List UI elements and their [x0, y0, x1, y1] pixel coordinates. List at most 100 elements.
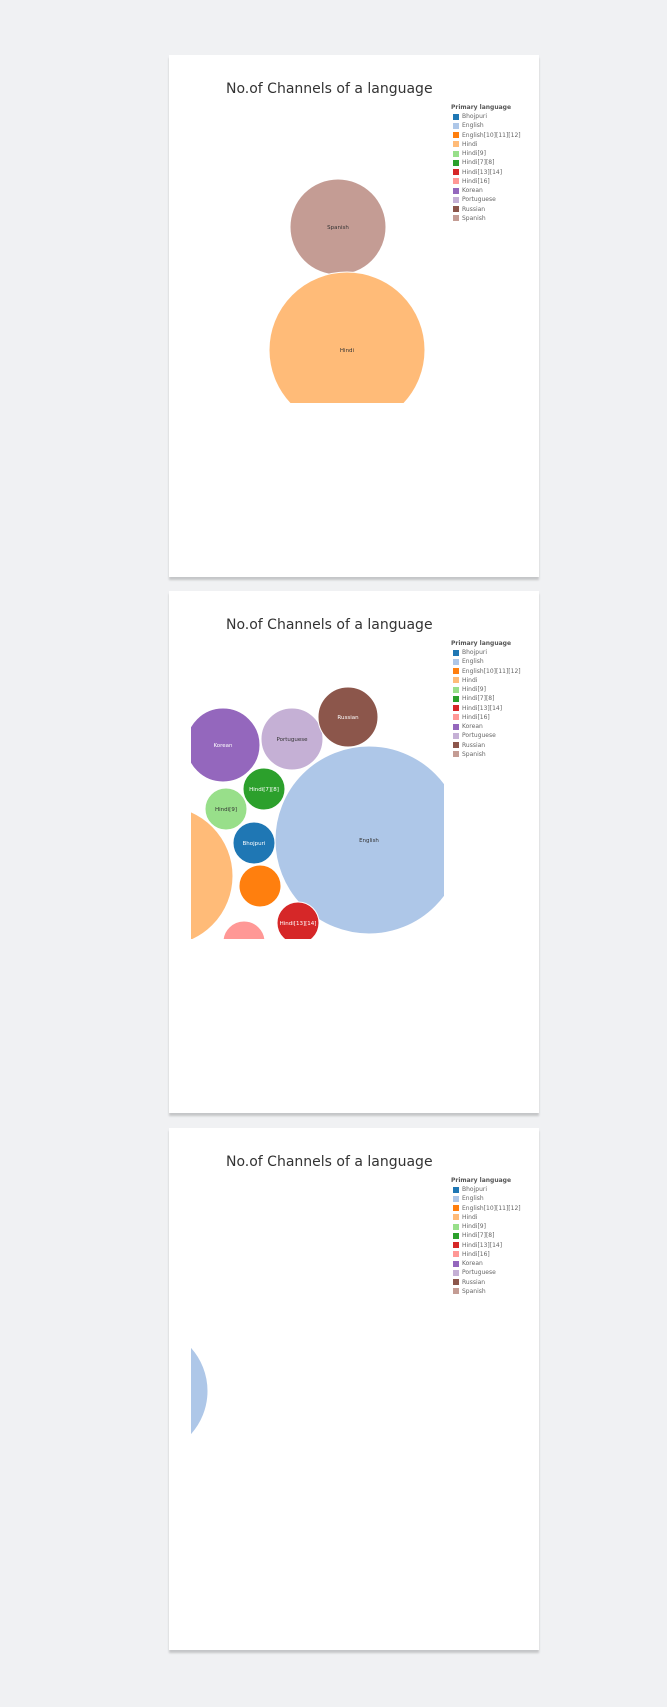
bubble-plot[interactable]: Spanish Hindi [191, 103, 444, 403]
legend-label: Bhojpuri [462, 113, 488, 120]
legend-swatch [453, 1232, 459, 1239]
legend-item-russian[interactable]: Russian [451, 1278, 537, 1287]
legend-swatch [453, 122, 459, 129]
legend-item-korean[interactable]: Korean [451, 722, 537, 731]
legend-item-hindi-16[interactable]: Hindi[16] [451, 177, 537, 186]
legend-item-english[interactable]: English [451, 121, 537, 130]
legend-label: Korean [462, 187, 483, 194]
legend-swatch [453, 1288, 459, 1295]
legend-item-hindi[interactable]: Hindi [451, 140, 537, 149]
legend-item-hindi-13-14[interactable]: Hindi[13][14] [451, 1241, 537, 1250]
legend-title: Primary language [451, 104, 512, 111]
legend-item-english-10-11-12[interactable]: English[10][11][12] [451, 667, 537, 676]
legend-item-english[interactable]: English [451, 1194, 537, 1203]
legend-swatch [453, 649, 459, 656]
legend-swatch [453, 677, 459, 684]
legend-item-hindi[interactable]: Hindi [451, 1213, 537, 1222]
legend-swatch [453, 159, 459, 166]
legend-label: Hindi[9] [462, 686, 486, 693]
dashboard-page-3: No.of Channels of a language Primary lan… [169, 1128, 539, 1650]
legend-item-english-10-11-12[interactable]: English[10][11][12] [451, 1204, 537, 1213]
legend-label: English [462, 122, 484, 130]
legend-item-portuguese[interactable]: Portuguese [451, 731, 537, 740]
legend-label: English[10][11][12] [462, 1204, 521, 1212]
legend-label: Hindi[13][14] [462, 168, 503, 176]
legend-swatch [453, 1279, 459, 1286]
dashboard-page-1: No.of Channels of a language Spanish Hind… [169, 55, 539, 577]
legend-swatch [453, 150, 459, 157]
legend-swatch [453, 1251, 459, 1258]
legend-swatch [453, 658, 459, 665]
legend-swatch [453, 1195, 459, 1202]
legend-swatch [453, 1223, 459, 1230]
legend: Primary language Bhojpuri English English[… [451, 103, 537, 223]
legend-item-hindi-13-14[interactable]: Hindi[13][14] [451, 168, 537, 177]
legend-label: Hindi [462, 140, 478, 148]
legend-swatch [453, 742, 459, 749]
legend-item-hindi-16[interactable]: Hindi[16] [451, 713, 537, 722]
bubble-label-hindi: Hindi [340, 348, 355, 354]
legend-label: Hindi[16] [462, 713, 490, 721]
legend-item-bhojpuri[interactable]: Bhojpuri [451, 112, 537, 121]
dashboard-page-2: No.of Channels of a language English Kore… [169, 591, 539, 1113]
legend-label: Hindi[9] [462, 1223, 486, 1230]
legend-swatch [453, 714, 459, 721]
chart-title: No.of Channels of a language [226, 617, 433, 633]
legend-item-portuguese[interactable]: Portuguese [451, 195, 537, 204]
legend-item-portuguese[interactable]: Portuguese [451, 1268, 537, 1277]
legend-item-spanish[interactable]: Spanish [451, 750, 537, 759]
legend-swatch [453, 206, 459, 213]
legend-label: Russian [462, 205, 486, 213]
legend-item-bhojpuri[interactable]: Bhojpuri [451, 1185, 537, 1194]
bubble-label-russian: Russian [337, 715, 359, 721]
legend-item-spanish[interactable]: Spanish [451, 1287, 537, 1296]
bubble-english-10-11-12[interactable] [238, 864, 282, 908]
legend-item-hindi-7-8[interactable]: Hindi[7][8] [451, 158, 537, 167]
legend-item-hindi-9[interactable]: Hindi[9] [451, 149, 537, 158]
legend-item-hindi-7-8[interactable]: Hindi[7][8] [451, 694, 537, 703]
bubble-label-portuguese: Portuguese [277, 737, 309, 743]
legend-item-russian[interactable]: Russian [451, 205, 537, 214]
legend-title: Primary language [451, 1177, 512, 1184]
legend-label: Portuguese [462, 196, 496, 204]
legend-item-hindi-13-14[interactable]: Hindi[13][14] [451, 704, 537, 713]
legend-swatch [453, 751, 459, 758]
legend-item-hindi-9[interactable]: Hindi[9] [451, 685, 537, 694]
legend-swatch [453, 732, 459, 739]
bubble-hindi-16[interactable] [222, 920, 266, 939]
legend-label: Spanish [462, 1287, 486, 1295]
legend-swatch [453, 141, 459, 148]
legend-label: Hindi[13][14] [462, 704, 503, 712]
legend-item-spanish[interactable]: Spanish [451, 214, 537, 223]
legend-items: Bhojpuri English English[10][11][12] Hindi H… [451, 648, 537, 759]
bubble-english[interactable] [191, 1326, 209, 1456]
legend-item-hindi-16[interactable]: Hindi[16] [451, 1250, 537, 1259]
bubble-chart-svg[interactable]: English Korean Portuguese Russian Hindi[7][8… [191, 639, 444, 939]
bubble-plot[interactable]: English Korean Portuguese Russian Hindi[7][8… [191, 639, 444, 939]
legend-swatch [453, 196, 459, 203]
legend-swatch [453, 723, 459, 730]
legend-item-hindi[interactable]: Hindi [451, 676, 537, 685]
bubble-label-spanish: Spanish [327, 225, 349, 231]
legend-item-english-10-11-12[interactable]: English[10][11][12] [451, 131, 537, 140]
legend-item-hindi-7-8[interactable]: Hindi[7][8] [451, 1231, 537, 1240]
legend-item-korean[interactable]: Korean [451, 186, 537, 195]
legend-item-russian[interactable]: Russian [451, 741, 537, 750]
legend: Primary language Bhojpuri English English[… [451, 1176, 537, 1296]
bubble-chart-svg[interactable] [191, 1176, 444, 1476]
legend-item-bhojpuri[interactable]: Bhojpuri [451, 648, 537, 657]
legend-items: Bhojpuri English English[10][11][12] Hindi H… [451, 112, 537, 223]
legend-item-english[interactable]: English [451, 657, 537, 666]
bubble-hindi[interactable] [268, 271, 426, 403]
bubble-chart-svg[interactable]: Spanish Hindi [191, 103, 444, 403]
legend-item-hindi-9[interactable]: Hindi[9] [451, 1222, 537, 1231]
legend-item-korean[interactable]: Korean [451, 1259, 537, 1268]
bubble-plot[interactable] [191, 1176, 444, 1476]
legend-label: Korean [462, 723, 483, 730]
legend-label: English[10][11][12] [462, 131, 521, 139]
legend-label: Russian [462, 1278, 486, 1286]
legend-label: Hindi[7][8] [462, 159, 495, 167]
bubble-label-hindi-7-8: Hindi[7][8] [249, 787, 279, 793]
legend-swatch [453, 169, 459, 176]
legend-swatch [453, 187, 459, 194]
